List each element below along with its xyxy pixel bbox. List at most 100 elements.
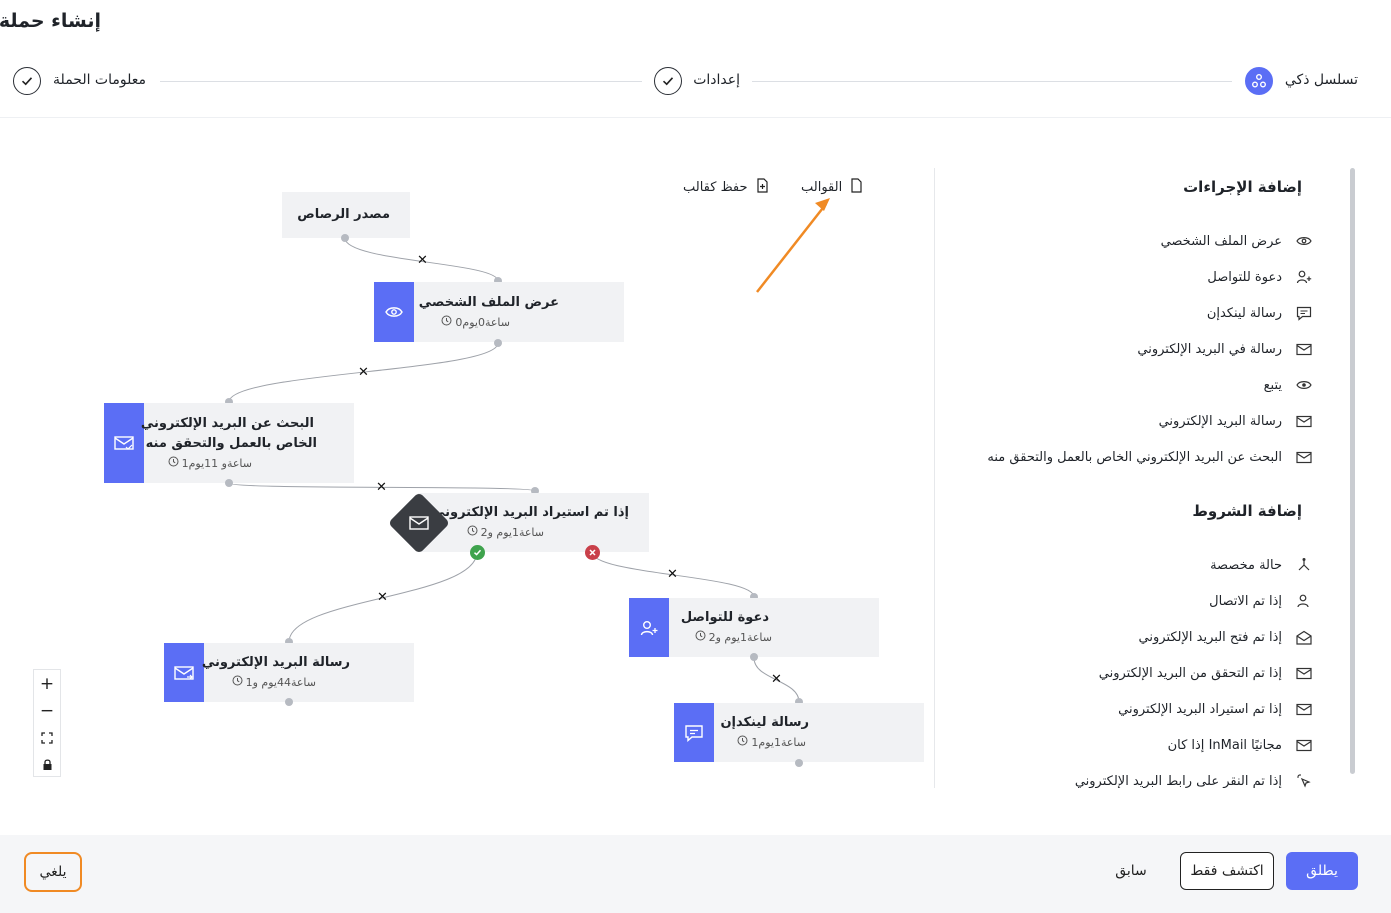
delay-text: ساعة1يوم و2 bbox=[480, 525, 544, 539]
actions-panel: إضافة الإجراءات عرض الملف الشخصي دعوة لل… bbox=[934, 168, 1352, 788]
connector-dot[interactable] bbox=[341, 234, 349, 242]
condition-label: إذا تم فتح البريد الإلكتروني bbox=[1138, 629, 1282, 645]
step-smart-sequence-icon[interactable] bbox=[1245, 67, 1273, 95]
email-message-title: رسالة البريد الإلكتروني bbox=[201, 655, 350, 670]
action-in-email-message[interactable]: رسالة في البريد الإلكتروني bbox=[972, 338, 1312, 360]
lock-icon[interactable] bbox=[34, 751, 60, 778]
action-view-profile[interactable]: عرض الملف الشخصي bbox=[972, 230, 1312, 252]
linkedin-message-node[interactable]: رسالة لينكدإن ساعة1يوم1 bbox=[674, 703, 924, 762]
email-message-node[interactable]: رسالة البريد الإلكتروني ساعة44يوم و1 bbox=[164, 643, 414, 702]
condition-label: إذا تم النقر على رابط البريد الإلكتروني bbox=[1074, 773, 1282, 789]
connector-dot[interactable] bbox=[795, 759, 803, 767]
action-label: رسالة البريد الإلكتروني bbox=[1158, 413, 1282, 429]
condition-label: إذا تم استيراد البريد الإلكتروني bbox=[1118, 701, 1282, 717]
mail-import-icon bbox=[1296, 701, 1312, 717]
condition-email-opened[interactable]: إذا تم فتح البريد الإلكتروني bbox=[972, 626, 1312, 648]
delete-edge-icon[interactable]: ✕ bbox=[771, 673, 782, 686]
action-invite[interactable]: دعوة للتواصل bbox=[972, 266, 1312, 288]
view-profile-title: عرض الملف الشخصي bbox=[418, 295, 559, 310]
save-as-template-label: حفظ كقالب bbox=[683, 180, 748, 195]
fit-view-icon[interactable] bbox=[34, 724, 60, 751]
templates-link[interactable]: القوالب bbox=[801, 178, 863, 197]
condition-label: مجانيًا InMail إذا كان bbox=[1167, 737, 1282, 753]
find-email-title-1: البحث عن البريد الإلكتروني bbox=[140, 416, 314, 431]
lead-source-title: مصدر الرصاص bbox=[297, 207, 390, 222]
delay-text: ساعةو 11يوم1 bbox=[181, 456, 252, 470]
launch-button[interactable]: يطلق bbox=[1286, 852, 1358, 890]
clock-icon bbox=[168, 456, 179, 470]
no-branch-icon[interactable] bbox=[585, 545, 600, 560]
condition-inmail-free[interactable]: مجانيًا InMail إذا كان bbox=[972, 734, 1312, 756]
invite-title: دعوة للتواصل bbox=[680, 610, 769, 625]
file-plus-icon bbox=[756, 178, 769, 197]
find-email-node[interactable]: البحث عن البريد الإلكتروني الخاص بالعمل … bbox=[104, 403, 354, 483]
panel-scrollbar[interactable] bbox=[1350, 168, 1355, 774]
action-label: البحث عن البريد الإلكتروني الخاص بالعمل … bbox=[987, 449, 1282, 465]
connector-dot[interactable] bbox=[750, 653, 758, 661]
mail-check-icon bbox=[1296, 449, 1312, 465]
yes-branch-icon[interactable] bbox=[470, 545, 485, 560]
stepper-line bbox=[160, 81, 642, 82]
mail-send-icon bbox=[164, 643, 204, 702]
zoom-controls: + − bbox=[33, 669, 61, 777]
if-email-imported-node[interactable]: إذا تم استيراد البريد الإلكتروني ساعة1يو… bbox=[418, 493, 649, 552]
mail-open-icon bbox=[1296, 629, 1312, 645]
branch-icon bbox=[1296, 557, 1312, 573]
delay-text: ساعة1يوم و2 bbox=[708, 630, 772, 644]
condition-email-imported[interactable]: إذا تم استيراد البريد الإلكتروني bbox=[972, 698, 1312, 720]
action-email-message[interactable]: رسالة البريد الإلكتروني bbox=[972, 410, 1312, 432]
condition-custom[interactable]: حالة مخصصة bbox=[972, 554, 1312, 576]
delay-text: ساعة1يوم1 bbox=[751, 735, 806, 749]
previous-button[interactable]: سابق bbox=[1106, 852, 1156, 890]
condition-email-link-clicked[interactable]: إذا تم النقر على رابط البريد الإلكتروني bbox=[972, 770, 1312, 788]
action-follow[interactable]: يتبع bbox=[972, 374, 1312, 396]
zoom-out-button[interactable]: − bbox=[34, 697, 60, 724]
linkedin-message-title: رسالة لينكدإن bbox=[720, 715, 809, 730]
save-as-template-link[interactable]: حفظ كقالب bbox=[683, 178, 769, 197]
action-label: رسالة في البريد الإلكتروني bbox=[1137, 341, 1282, 357]
condition-label: إذا تم التحقق من البريد الإلكتروني bbox=[1098, 665, 1282, 681]
view-profile-node[interactable]: عرض الملف الشخصي ساعة0يوم0 bbox=[374, 282, 624, 342]
step-smart-sequence-label[interactable]: تسلسل ذكي bbox=[1285, 72, 1358, 88]
invite-delay: ساعة1يوم و2 bbox=[695, 630, 772, 644]
page-title: إنشاء حملة bbox=[0, 10, 101, 32]
click-icon bbox=[1296, 773, 1312, 788]
zoom-in-button[interactable]: + bbox=[34, 670, 60, 697]
step-settings-label[interactable]: إعدادات bbox=[693, 72, 740, 88]
header: إنشاء حملة تسلسل ذكي إعدادات معلومات الح… bbox=[0, 0, 1391, 118]
clock-icon bbox=[232, 675, 243, 689]
cancel-button[interactable]: يلغي bbox=[24, 852, 82, 892]
condition-email-verified[interactable]: إذا تم التحقق من البريد الإلكتروني bbox=[972, 662, 1312, 684]
if-email-imported-title: إذا تم استيراد البريد الإلكتروني bbox=[431, 505, 629, 520]
invite-node[interactable]: دعوة للتواصل ساعة1يوم و2 bbox=[629, 598, 879, 657]
connector-dot[interactable] bbox=[225, 479, 233, 487]
chat-icon bbox=[674, 703, 714, 762]
user-plus-icon bbox=[1296, 269, 1312, 285]
condition-connected[interactable]: إذا تم الاتصال bbox=[972, 590, 1312, 612]
connector-dot[interactable] bbox=[285, 698, 293, 706]
user-icon bbox=[1296, 593, 1312, 609]
email-message-delay: ساعة44يوم و1 bbox=[232, 675, 316, 689]
linkedin-message-delay: ساعة1يوم1 bbox=[737, 735, 806, 749]
lead-source-node[interactable]: مصدر الرصاص bbox=[282, 192, 410, 238]
step-settings-check-icon[interactable] bbox=[654, 67, 682, 95]
delete-edge-icon[interactable]: ✕ bbox=[667, 568, 678, 581]
if-email-imported-delay: ساعة1يوم و2 bbox=[467, 525, 544, 539]
action-linkedin-message[interactable]: رسالة لينكدإن bbox=[972, 302, 1312, 324]
connector-dot[interactable] bbox=[494, 339, 502, 347]
delete-edge-icon[interactable]: ✕ bbox=[376, 481, 387, 494]
action-find-email[interactable]: البحث عن البريد الإلكتروني الخاص بالعمل … bbox=[972, 446, 1312, 468]
templates-label: القوالب bbox=[801, 180, 843, 195]
action-label: رسالة لينكدإن bbox=[1206, 305, 1282, 321]
delete-edge-icon[interactable]: ✕ bbox=[377, 591, 388, 604]
action-label: يتبع bbox=[1263, 377, 1282, 393]
find-email-delay: ساعةو 11يوم1 bbox=[168, 456, 252, 470]
delete-edge-icon[interactable]: ✕ bbox=[358, 366, 369, 379]
condition-label: إذا تم الاتصال bbox=[1209, 593, 1282, 609]
actions-title: إضافة الإجراءات bbox=[1183, 178, 1302, 196]
mail-check-icon bbox=[104, 403, 144, 483]
step-campaign-info-label[interactable]: معلومات الحملة bbox=[53, 72, 146, 88]
explore-only-button[interactable]: اكتشف فقط bbox=[1180, 852, 1274, 890]
delete-edge-icon[interactable]: ✕ bbox=[417, 254, 428, 267]
step-campaign-info-check-icon[interactable] bbox=[13, 67, 41, 95]
